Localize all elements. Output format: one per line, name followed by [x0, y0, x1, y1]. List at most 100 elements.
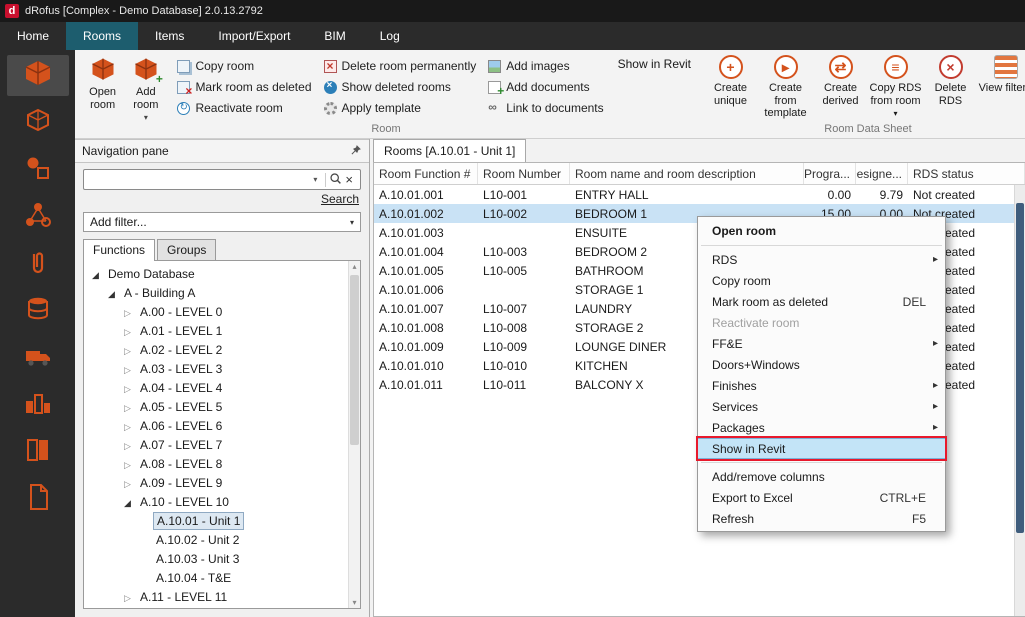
- column-header[interactable]: Room name and room description: [570, 163, 804, 184]
- ribbon-tab[interactable]: Log: [363, 22, 417, 50]
- column-header[interactable]: Room Function #: [374, 163, 478, 184]
- tree-item[interactable]: A.00 - LEVEL 0: [84, 302, 360, 321]
- tree-item[interactable]: A.10.03 - Unit 3: [84, 549, 360, 568]
- tree-expander-icon[interactable]: [124, 476, 137, 490]
- context-menu-item[interactable]: Reactivate room: [698, 312, 945, 333]
- pin-icon[interactable]: [350, 144, 362, 159]
- ribbon-small-button[interactable]: Add documents: [488, 77, 603, 97]
- rds-big-button[interactable]: Create derived: [813, 54, 868, 107]
- tree-expander-icon[interactable]: [124, 438, 137, 452]
- context-menu-item[interactable]: Mark room as deleted DEL: [698, 291, 945, 312]
- ribbon-tab[interactable]: BIM: [307, 22, 362, 50]
- tree-item[interactable]: A.03 - LEVEL 3: [84, 359, 360, 378]
- tree-item[interactable]: A.10 - LEVEL 10: [84, 492, 360, 511]
- ribbon-small-button[interactable]: Delete room permanently: [324, 56, 477, 76]
- tree-expander-icon[interactable]: [124, 324, 137, 338]
- ribbon-small-button[interactable]: Show deleted rooms: [324, 77, 477, 97]
- rds-big-button[interactable]: Create unique: [703, 54, 758, 107]
- context-menu-item[interactable]: [698, 459, 945, 466]
- navigation-tab[interactable]: Functions: [83, 239, 155, 261]
- ribbon-tab[interactable]: Import/Export: [201, 22, 307, 50]
- tree-item[interactable]: A.09 - LEVEL 9: [84, 473, 360, 492]
- tree-expander-icon[interactable]: [124, 400, 137, 414]
- clear-search-icon[interactable]: ×: [342, 173, 356, 186]
- search-icon[interactable]: [329, 172, 342, 188]
- search-input[interactable]: [88, 173, 308, 187]
- tree-item[interactable]: Demo Database: [84, 264, 360, 283]
- tree-expander-icon[interactable]: [124, 343, 137, 357]
- context-menu-item[interactable]: Doors+Windows: [698, 354, 945, 375]
- sidebar-module-shapes[interactable]: [7, 149, 69, 190]
- tree-item[interactable]: A.02 - LEVEL 2: [84, 340, 360, 359]
- tree-item[interactable]: A.04 - LEVEL 4: [84, 378, 360, 397]
- open-room-button[interactable]: Open room: [81, 54, 124, 111]
- tree-item[interactable]: A.05 - LEVEL 5: [84, 397, 360, 416]
- grid-scrollbar-thumb[interactable]: [1016, 203, 1024, 533]
- ribbon-small-button[interactable]: Add images: [488, 56, 603, 76]
- column-header[interactable]: RDS status: [908, 163, 1025, 184]
- tree-expander-icon[interactable]: [124, 495, 137, 509]
- search-link[interactable]: Search: [321, 192, 359, 206]
- context-menu-item[interactable]: [698, 242, 945, 249]
- tree-item[interactable]: A.10.01 - Unit 1: [84, 511, 360, 530]
- ribbon-small-button[interactable]: Apply template: [324, 98, 477, 118]
- sidebar-module-database[interactable]: [7, 290, 69, 331]
- scroll-up-icon[interactable]: ▴: [349, 262, 360, 271]
- sidebar-module-reports[interactable]: [7, 431, 69, 472]
- tree-item[interactable]: A.11 - LEVEL 11: [84, 587, 360, 606]
- rds-big-button[interactable]: Create from template: [758, 54, 813, 120]
- search-combo-arrow-icon[interactable]: ▾: [308, 175, 322, 184]
- grid-scrollbar[interactable]: [1014, 185, 1025, 616]
- context-menu-item[interactable]: RDS: [698, 249, 945, 270]
- ribbon-small-button[interactable]: Copy room: [177, 56, 311, 76]
- sidebar-module-items[interactable]: [7, 102, 69, 143]
- navigation-tab[interactable]: Groups: [157, 239, 216, 260]
- room-row[interactable]: A.10.01.001 L10-001 ENTRY HALL 0.00 9.79…: [374, 185, 1025, 204]
- context-menu-item[interactable]: Show in Revit: [698, 438, 945, 459]
- sidebar-module-buildings[interactable]: [7, 384, 69, 425]
- show-in-revit-ribbon-button[interactable]: Show in Revit: [618, 57, 691, 71]
- sidebar-module-rooms[interactable]: [7, 55, 69, 96]
- rds-big-button[interactable]: Delete RDS: [923, 54, 978, 107]
- sidebar-module-systems[interactable]: [7, 196, 69, 237]
- ribbon-small-button[interactable]: Mark room as deleted: [177, 77, 311, 97]
- sidebar-module-logistics[interactable]: [7, 337, 69, 378]
- context-menu-item[interactable]: Add/remove columns: [698, 466, 945, 487]
- tree-expander-icon[interactable]: [124, 419, 137, 433]
- context-menu-item[interactable]: Services: [698, 396, 945, 417]
- tree-item[interactable]: A.06 - LEVEL 6: [84, 416, 360, 435]
- tree-scrollbar-thumb[interactable]: [350, 275, 359, 445]
- tree-expander-icon[interactable]: [124, 590, 137, 604]
- tree-expander-icon[interactable]: [124, 305, 137, 319]
- rds-big-button[interactable]: Copy RDS from room: [868, 54, 923, 120]
- add-room-button[interactable]: + Add room ▾: [124, 54, 167, 122]
- tree-expander-icon[interactable]: [108, 286, 121, 300]
- context-menu-item[interactable]: Refresh F5: [698, 508, 945, 529]
- tree-item[interactable]: A.08 - LEVEL 8: [84, 454, 360, 473]
- tree-item[interactable]: A.01 - LEVEL 1: [84, 321, 360, 340]
- scroll-down-icon[interactable]: ▾: [349, 598, 360, 607]
- ribbon-small-button[interactable]: Reactivate room: [177, 98, 311, 118]
- ribbon-tab[interactable]: Rooms: [66, 22, 138, 50]
- tree-expander-icon[interactable]: [124, 381, 137, 395]
- rds-big-button[interactable]: View filter: [978, 54, 1025, 95]
- sidebar-module-documents[interactable]: [7, 478, 69, 519]
- tree-expander-icon[interactable]: [124, 362, 137, 376]
- context-menu-item[interactable]: Copy room: [698, 270, 945, 291]
- tree-item[interactable]: A - Building A: [84, 283, 360, 302]
- ribbon-tab[interactable]: Home: [0, 22, 66, 50]
- tree-item[interactable]: A.07 - LEVEL 7: [84, 435, 360, 454]
- tree-scrollbar[interactable]: ▴ ▾: [348, 261, 360, 608]
- column-header[interactable]: Designe...: [856, 163, 908, 184]
- add-filter-dropdown[interactable]: Add filter... ▾: [83, 212, 361, 232]
- context-menu-item[interactable]: Packages: [698, 417, 945, 438]
- ribbon-small-button[interactable]: Link to documents: [488, 98, 603, 118]
- tree-expander-icon[interactable]: [124, 457, 137, 471]
- sidebar-module-attachments[interactable]: [7, 243, 69, 284]
- column-header[interactable]: Room Number: [478, 163, 570, 184]
- context-menu-item[interactable]: Finishes: [698, 375, 945, 396]
- ribbon-tab[interactable]: Items: [138, 22, 201, 50]
- column-header[interactable]: Progra...: [804, 163, 856, 184]
- tree-item[interactable]: A.10.04 - T&E: [84, 568, 360, 587]
- tree-expander-icon[interactable]: [92, 267, 105, 281]
